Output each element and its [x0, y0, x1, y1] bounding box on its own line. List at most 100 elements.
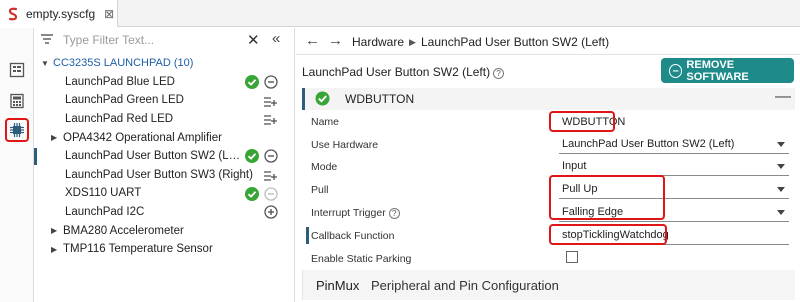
- breadcrumb-hardware[interactable]: Hardware: [352, 35, 404, 49]
- use-hardware-select[interactable]: LaunchPad User Button SW2 (Left): [559, 136, 789, 154]
- tree-item-label: LaunchPad Blue LED: [65, 75, 175, 88]
- tree-item-bma280[interactable]: ▶ BMA280 Accelerometer: [35, 221, 295, 240]
- expand-caret-icon[interactable]: ▶: [51, 133, 63, 142]
- use-hardware-value: LaunchPad User Button SW2 (Left): [562, 138, 735, 150]
- expand-caret-icon[interactable]: ▶: [51, 245, 63, 254]
- check-circle-icon: [244, 75, 259, 90]
- module-instance-card: WDBUTTON — Name WDBUTTON Use Hardware La…: [302, 88, 795, 265]
- remove-disabled-icon: [263, 186, 278, 201]
- tree-item-red-led[interactable]: LaunchPad Red LED: [35, 110, 295, 129]
- pinmux-title: PinMux: [316, 278, 360, 293]
- remove-circle-icon[interactable]: [263, 149, 278, 164]
- interrupt-trigger-label-text: Interrupt Trigger: [311, 207, 386, 219]
- tree-rows: ▼ CC3235S LAUNCHPAD (10) LaunchPad Blue …: [34, 54, 295, 259]
- remove-software-label: REMOVE SOFTWARE: [686, 58, 749, 83]
- expand-caret-icon[interactable]: ▼: [41, 59, 53, 68]
- name-field-value: WDBUTTON: [562, 116, 626, 128]
- instance-title: WDBUTTON: [345, 92, 415, 106]
- callback-function-field[interactable]: stopTicklingWatchdog: [559, 227, 789, 245]
- prop-label-name: Name: [311, 116, 340, 128]
- tree-group-launchpad[interactable]: ▼ CC3235S LAUNCHPAD (10): [35, 54, 295, 73]
- pull-value: Pull Up: [562, 183, 598, 195]
- mode-select[interactable]: Input: [559, 158, 789, 176]
- add-list-icon[interactable]: [263, 168, 278, 183]
- prop-label-mode: Mode: [311, 161, 338, 173]
- chip-icon[interactable]: [5, 118, 29, 142]
- dropdown-caret-icon: [777, 164, 785, 169]
- tree-item-label: LaunchPad User Button SW3 (Right): [65, 168, 253, 181]
- interrupt-trigger-select[interactable]: Falling Edge: [559, 204, 789, 222]
- tree-item-label: BMA280 Accelerometer: [63, 224, 184, 237]
- tree-item-label: LaunchPad Red LED: [65, 113, 174, 126]
- dropdown-caret-icon: [777, 142, 785, 147]
- breadcrumb-current: LaunchPad User Button SW2 (Left): [421, 35, 610, 49]
- page-title: LaunchPad User Button SW2 (Left)?: [302, 65, 505, 79]
- tree-item-label: OPA4342 Operational Amplifier: [63, 131, 222, 144]
- tab-label: empty.syscfg: [26, 6, 96, 21]
- add-list-icon[interactable]: [263, 93, 278, 108]
- dropdown-caret-icon: [777, 187, 785, 192]
- tree-item-label: LaunchPad User Button SW2 (Le...: [65, 150, 243, 163]
- tree-item-label: XDS110 UART: [65, 187, 142, 200]
- callback-function-value: stopTicklingWatchdog: [562, 229, 669, 241]
- prop-label-interrupt-trigger: Interrupt Trigger?: [311, 207, 400, 219]
- dropdown-caret-icon: [777, 210, 785, 215]
- pinmux-subtitle: Peripheral and Pin Configuration: [371, 278, 559, 293]
- prop-label-use-hardware: Use Hardware: [311, 139, 379, 151]
- tree-item-green-led[interactable]: LaunchPad Green LED: [35, 91, 295, 110]
- tree-item-label: LaunchPad I2C: [65, 206, 145, 219]
- check-circle-icon: [244, 186, 259, 201]
- pull-select[interactable]: Pull Up: [559, 181, 789, 199]
- syscfg-file-icon: [6, 7, 20, 21]
- clear-filter-icon[interactable]: ✕: [247, 31, 260, 49]
- help-icon[interactable]: ?: [388, 208, 400, 219]
- expand-caret-icon[interactable]: ▶: [51, 226, 63, 235]
- mode-value: Input: [562, 160, 587, 172]
- prop-label-callback-function: Callback Function: [311, 230, 395, 242]
- collapse-panel-icon[interactable]: «: [272, 30, 280, 47]
- calculator-icon[interactable]: [5, 89, 29, 113]
- name-field[interactable]: WDBUTTON: [559, 113, 789, 131]
- filter-row: ✕ «: [35, 28, 295, 52]
- changed-marker: [306, 227, 309, 244]
- add-list-icon[interactable]: [263, 112, 278, 127]
- check-circle-icon: [244, 149, 259, 164]
- board-view-icon[interactable]: [5, 58, 29, 82]
- help-icon[interactable]: ?: [493, 68, 505, 79]
- tree-group-label: CC3235S LAUNCHPAD (10): [53, 57, 194, 70]
- pinmux-section[interactable]: PinMux Peripheral and Pin Configuration: [302, 270, 795, 300]
- tree-item-i2c[interactable]: LaunchPad I2C: [35, 203, 295, 222]
- tree-item-label: TMP116 Temperature Sensor: [63, 243, 213, 256]
- tree-item-tmp116[interactable]: ▶ TMP116 Temperature Sensor: [35, 240, 295, 259]
- prop-label-pull: Pull: [311, 184, 329, 196]
- remove-circle-icon[interactable]: [263, 75, 278, 90]
- tree-item-button-sw2[interactable]: LaunchPad User Button SW2 (Le...: [34, 147, 295, 166]
- tree-item-button-sw3[interactable]: LaunchPad User Button SW3 (Right): [35, 166, 295, 185]
- check-circle-icon: [315, 91, 330, 109]
- collapse-icon[interactable]: —: [775, 88, 791, 106]
- forward-arrow-icon[interactable]: →: [328, 32, 343, 49]
- page-title-text: LaunchPad User Button SW2 (Left): [302, 65, 491, 79]
- breadcrumb-separator-icon: ▶: [409, 37, 416, 47]
- tree-item-xds110-uart[interactable]: XDS110 UART: [35, 184, 295, 203]
- filter-icon: [40, 33, 54, 48]
- interrupt-trigger-value: Falling Edge: [562, 206, 624, 218]
- tree-item-blue-led[interactable]: LaunchPad Blue LED: [35, 73, 295, 92]
- tree-item-opa4342[interactable]: ▶ OPA4342 Operational Amplifier: [35, 128, 295, 147]
- prop-label-static-parking: Enable Static Parking: [311, 253, 412, 265]
- minus-circle-icon: –: [669, 63, 683, 78]
- editor-tab[interactable]: empty.syscfg ⊠: [0, 0, 118, 27]
- tab-close-icon[interactable]: ⊠: [104, 7, 114, 21]
- tree-item-label: LaunchPad Green LED: [65, 94, 184, 107]
- static-parking-checkbox[interactable]: [566, 251, 578, 263]
- config-panel: ← → Hardware ▶ LaunchPad User Button SW2…: [296, 28, 800, 302]
- remove-software-button[interactable]: – REMOVE SOFTWARE: [661, 58, 794, 83]
- editor-tab-bar: empty.syscfg ⊠: [0, 0, 800, 27]
- activity-bar: [0, 28, 34, 302]
- filter-input[interactable]: [63, 31, 268, 49]
- module-tree-panel: ✕ « ▼ CC3235S LAUNCHPAD (10) LaunchPad B…: [34, 28, 295, 302]
- back-arrow-icon[interactable]: ←: [305, 32, 320, 49]
- instance-header[interactable]: WDBUTTON —: [302, 88, 795, 110]
- breadcrumb: ← → Hardware ▶ LaunchPad User Button SW2…: [296, 28, 800, 55]
- add-circle-icon[interactable]: [263, 205, 278, 220]
